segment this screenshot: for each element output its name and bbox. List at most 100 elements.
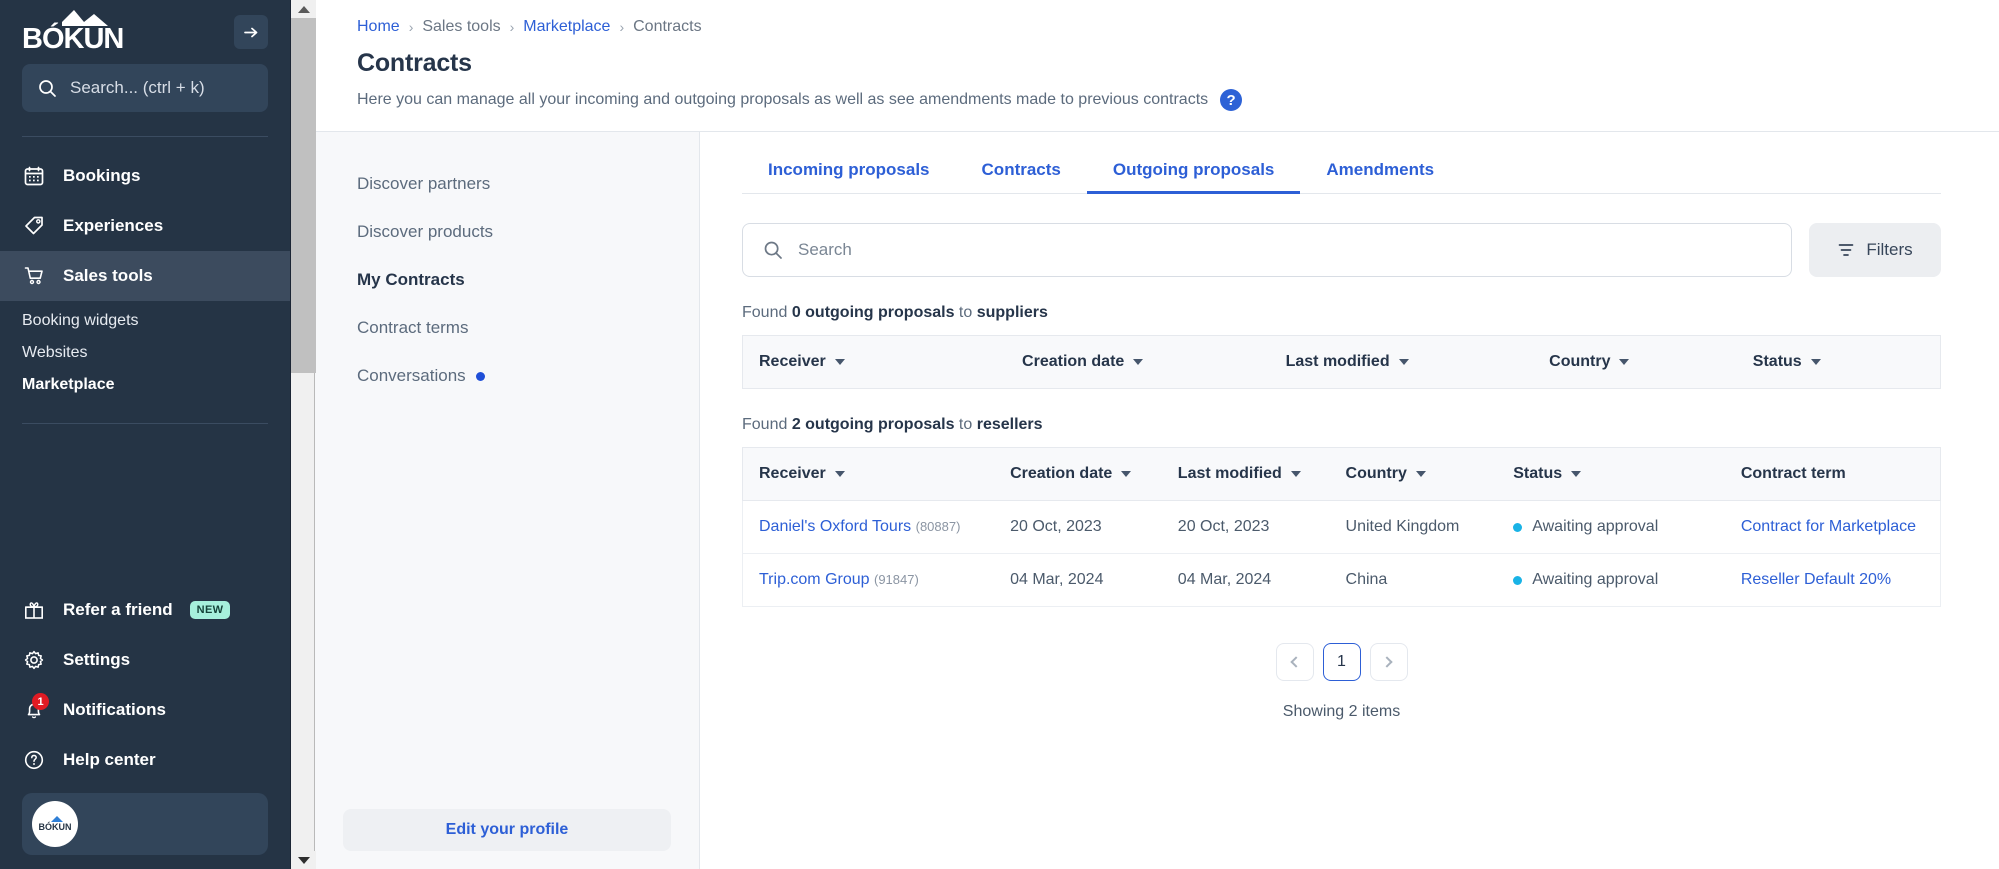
pagination-next-button[interactable]: [1369, 643, 1408, 681]
help-question-icon[interactable]: ?: [1220, 89, 1243, 111]
subside-item-discover-partners[interactable]: Discover partners: [315, 160, 699, 208]
scroll-up-button[interactable]: [291, 0, 316, 18]
chevron-down-icon: [834, 359, 845, 365]
contract-term-link[interactable]: Reseller Default 20%: [1741, 571, 1891, 588]
column-header-country[interactable]: Country: [1329, 447, 1498, 501]
suppliers-table-header-row: Receiver Creation date Last modified Cou…: [742, 335, 1941, 389]
found-target-suppliers: suppliers: [976, 304, 1048, 321]
page-description-row: Here you can manage all your incoming an…: [357, 89, 1999, 111]
subside-item-my-contracts[interactable]: My Contracts: [315, 256, 699, 304]
column-header-label: Receiver: [759, 353, 826, 370]
sidebar-subitem-websites[interactable]: Websites: [0, 337, 290, 369]
sidebar-item-notifications[interactable]: 1 Notifications: [0, 685, 290, 735]
scroll-down-button[interactable]: [291, 851, 316, 869]
sidebar-subitem-label: Booking widgets: [22, 312, 139, 329]
receiver-link[interactable]: Trip.com Group: [759, 571, 870, 588]
breadcrumb: Home › Sales tools › Marketplace › Contr…: [357, 18, 1999, 36]
column-header-country[interactable]: Country: [1533, 335, 1737, 389]
breadcrumb-item-sales-tools[interactable]: Sales tools: [422, 18, 500, 36]
pagination-page-1[interactable]: 1: [1322, 643, 1361, 681]
subside-item-discover-products[interactable]: Discover products: [315, 208, 699, 256]
chevron-down-icon: [1133, 359, 1144, 365]
found-prefix: Found: [742, 416, 792, 433]
filter-icon: [1839, 244, 1854, 256]
page-scrollbar[interactable]: [290, 0, 316, 869]
content-area: Discover partners Discover products My C…: [315, 131, 1999, 869]
table-row[interactable]: Daniel's Oxford Tours (80887) 20 Oct, 20…: [742, 500, 1941, 554]
sidebar-item-label: Refer a friend: [63, 600, 173, 619]
column-header-status[interactable]: Status: [1736, 335, 1941, 389]
sidebar-subitem-booking-widgets[interactable]: Booking widgets: [0, 305, 290, 337]
sidebar-item-settings[interactable]: Settings: [0, 635, 290, 685]
tab-amendments[interactable]: Amendments: [1300, 160, 1460, 193]
table-row[interactable]: Trip.com Group (91847) 04 Mar, 2024 04 M…: [742, 553, 1941, 607]
column-header-label: Contract term: [1740, 465, 1846, 482]
bokun-logo: BÓKUN: [22, 8, 142, 54]
cart-icon: [22, 264, 46, 288]
column-header-label: Country: [1345, 465, 1407, 482]
column-header-label: Status: [1513, 465, 1563, 482]
subside-item-label: Contract terms: [357, 318, 469, 337]
filters-button[interactable]: Filters: [1809, 223, 1941, 277]
chevron-down-icon: [1571, 471, 1582, 477]
sidebar-item-refer-a-friend[interactable]: Refer a friend NEW: [0, 585, 290, 635]
column-header-receiver[interactable]: Receiver: [742, 447, 995, 501]
column-header-creation-date[interactable]: Creation date: [1006, 335, 1270, 389]
column-header-creation-date[interactable]: Creation date: [994, 447, 1162, 501]
sidebar-item-label: Help center: [63, 750, 156, 769]
main-area: Home › Sales tools › Marketplace › Contr…: [315, 0, 1999, 869]
breadcrumb-item-marketplace[interactable]: Marketplace: [523, 18, 610, 36]
status-dot-icon: [1513, 522, 1523, 532]
page-description: Here you can manage all your incoming an…: [357, 91, 1209, 108]
account-card[interactable]: BÓKUN: [22, 793, 268, 855]
tab-incoming-proposals[interactable]: Incoming proposals: [742, 160, 956, 193]
breadcrumb-item-home[interactable]: Home: [357, 18, 400, 36]
tab-contracts[interactable]: Contracts: [956, 160, 1087, 193]
sidebar-subitem-marketplace[interactable]: Marketplace: [0, 369, 290, 401]
contract-term-link[interactable]: Contract for Marketplace: [1741, 518, 1916, 535]
subside-item-label: Discover partners: [357, 174, 491, 193]
suppliers-table: Receiver Creation date Last modified Cou…: [742, 335, 1941, 389]
unread-dot-icon: [475, 371, 485, 381]
column-header-last-modified[interactable]: Last modified: [1269, 335, 1534, 389]
sidebar-collapse-button[interactable]: [234, 15, 268, 49]
sidebar-item-experiences[interactable]: Experiences: [0, 201, 290, 251]
search-field[interactable]: [742, 223, 1792, 277]
svg-text:BÓKUN: BÓKUN: [22, 21, 123, 54]
column-header-label: Creation date: [1022, 353, 1125, 370]
search-input[interactable]: [798, 240, 1771, 260]
receiver-link[interactable]: Daniel's Oxford Tours: [759, 518, 911, 535]
chevron-down-icon: [1810, 359, 1821, 365]
cell-country: United Kingdom: [1329, 500, 1498, 554]
sidebar-item-label: Bookings: [63, 166, 141, 185]
cell-creation-date: 20 Oct, 2023: [994, 500, 1162, 554]
sidebar-item-sales-tools[interactable]: Sales tools: [0, 251, 290, 301]
subside-item-conversations[interactable]: Conversations: [315, 352, 699, 400]
column-header-label: Last modified: [1177, 465, 1282, 482]
sidebar-search-placeholder: Search... (ctrl + k): [70, 78, 205, 97]
column-header-last-modified[interactable]: Last modified: [1161, 447, 1330, 501]
column-header-label: Creation date: [1010, 465, 1113, 482]
breadcrumb-item-contracts: Contracts: [633, 18, 702, 35]
column-header-contract-term[interactable]: Contract term: [1724, 447, 1941, 501]
found-mid: to: [954, 304, 977, 321]
subside-item-contract-terms[interactable]: Contract terms: [315, 304, 699, 352]
triangle-down-icon: [297, 856, 310, 864]
column-header-receiver[interactable]: Receiver: [742, 335, 1007, 389]
pagination-prev-button[interactable]: [1275, 643, 1314, 681]
sidebar-divider: [22, 136, 268, 137]
edit-profile-button[interactable]: Edit your profile: [343, 809, 671, 851]
arrow-right-icon: [243, 27, 257, 37]
sidebar-item-bookings[interactable]: Bookings: [0, 151, 290, 201]
scrollbar-thumb[interactable]: [291, 18, 316, 373]
sidebar-item-label: Settings: [63, 650, 131, 669]
sidebar-divider-2: [22, 423, 268, 424]
breadcrumb-separator: ›: [619, 19, 625, 35]
sidebar-search-box[interactable]: Search... (ctrl + k): [22, 64, 268, 112]
triangle-up-icon: [297, 5, 310, 13]
tab-outgoing-proposals[interactable]: Outgoing proposals: [1086, 160, 1301, 194]
sidebar-item-help-center[interactable]: Help center: [0, 735, 290, 785]
column-header-status[interactable]: Status: [1497, 447, 1725, 501]
sidebar-top: BÓKUN Search... (ctrl + k): [0, 0, 290, 112]
found-count-resellers: 2 outgoing proposals: [791, 416, 955, 433]
